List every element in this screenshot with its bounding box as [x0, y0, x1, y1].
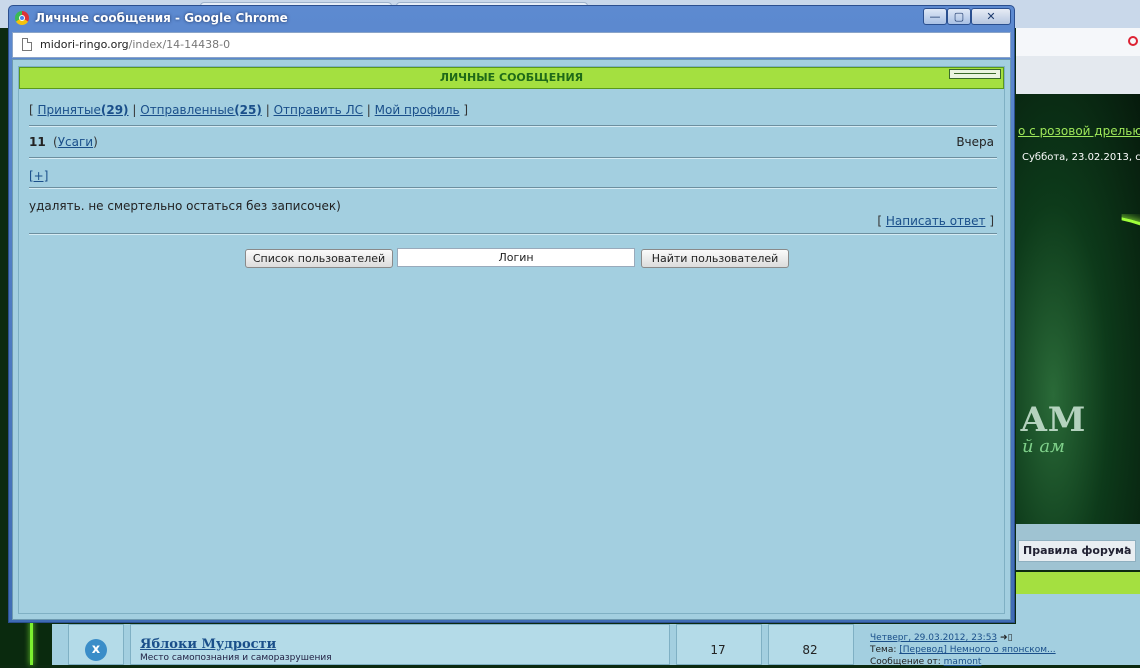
- page-icon: [22, 38, 32, 51]
- sender-link[interactable]: Усаги: [58, 135, 93, 149]
- page-header: ЛИЧНЫЕ СООБЩЕНИЯ: [19, 67, 1004, 89]
- last-author-label: Сообщение от:: [870, 657, 941, 667]
- expand-quote-link[interactable]: [+]: [29, 169, 48, 183]
- user-list-button[interactable]: Список пользователей: [245, 249, 393, 268]
- popup-window: Личные сообщения - Google Chrome — ▢ ✕ m…: [8, 5, 1015, 623]
- forum-description: Место самопознания и саморазрушения: [140, 653, 332, 663]
- my-profile-link[interactable]: Мой профиль: [375, 103, 460, 117]
- sent-count: (25): [234, 103, 262, 117]
- background-address-bar[interactable]: [1016, 28, 1140, 57]
- last-topic-label: Тема:: [870, 645, 897, 655]
- forum-area: [1016, 594, 1140, 624]
- login-search-input[interactable]: [397, 248, 635, 267]
- forum-title-link[interactable]: Яблоки Мудрости: [140, 637, 276, 652]
- header-control[interactable]: [949, 69, 1001, 79]
- forum-icon-cell: x: [68, 624, 124, 665]
- go-to-post-icon[interactable]: ➜▯: [1000, 633, 1013, 643]
- inbox-count: (29): [100, 103, 129, 117]
- url-text[interactable]: midori-ringo.org/index/14-14438-0: [40, 38, 230, 51]
- forum-status-icon: x: [85, 639, 107, 661]
- divider: [29, 233, 997, 235]
- last-topic-link[interactable]: [Перевод] Немного о японском...: [899, 645, 1055, 655]
- forum-last-post: Четверг, 29.03.2012, 23:53 ➜▯ Тема: [Пер…: [870, 632, 1056, 668]
- last-author-link[interactable]: mamont: [944, 657, 982, 667]
- sent-link[interactable]: Отправленные(25): [140, 103, 262, 117]
- message-sender: (Усаги): [53, 135, 98, 149]
- forum-topics-count: 17: [710, 643, 726, 657]
- reply-link[interactable]: Написать ответ: [886, 214, 986, 228]
- blocked-popup-icon[interactable]: [1128, 36, 1138, 46]
- banner-brand: АМ: [1020, 400, 1086, 440]
- close-button[interactable]: ✕: [971, 8, 1011, 25]
- find-users-button[interactable]: Найти пользователей: [641, 249, 789, 268]
- divider: [29, 125, 997, 127]
- left-decor-strip: [0, 620, 52, 665]
- page-title: ЛИЧНЫЕ СООБЩЕНИЯ: [439, 71, 584, 84]
- nav-separator: ·: [1124, 541, 1129, 555]
- background-toolbar: [1016, 56, 1140, 95]
- banner-glow-arc: [1121, 214, 1140, 524]
- banner-date: Суббота, 23.02.2013, с: [1022, 152, 1140, 163]
- messages-panel: ЛИЧНЫЕ СООБЩЕНИЯ [ Принятые(29) | Отправ…: [18, 66, 1005, 614]
- banner-brand-subtitle: й ам: [1022, 436, 1065, 457]
- last-post-date-link[interactable]: Четверг, 29.03.2012, 23:53: [870, 633, 997, 643]
- chrome-logo-icon: [15, 11, 29, 25]
- maximize-button[interactable]: ▢: [947, 8, 971, 25]
- message-number: 11: [29, 135, 46, 149]
- divider: [29, 157, 997, 159]
- reply-block: [ Написать ответ ]: [877, 214, 994, 228]
- message-nav: [ Принятые(29) | Отправленные(25) | Отпр…: [29, 103, 469, 117]
- address-bar[interactable]: midori-ringo.org/index/14-14438-0: [12, 32, 1011, 58]
- minimize-button[interactable]: —: [923, 8, 947, 25]
- forum-rules-link[interactable]: Правила форума: [1018, 540, 1137, 562]
- site-banner: о с розовой дрелью" Суббота, 23.02.2013,…: [1016, 94, 1140, 524]
- inbox-link[interactable]: Принятые(29): [38, 103, 129, 117]
- message-date: Вчера: [956, 135, 994, 149]
- forum-posts-count: 82: [802, 643, 818, 657]
- forum-section-bar: [1016, 572, 1140, 594]
- banner-news-link[interactable]: о с розовой дрелью": [1018, 124, 1140, 138]
- message-body: удалять. не смертельно остаться без запи…: [29, 199, 341, 213]
- forum-row: x Яблоки Мудрости Место самопознания и с…: [52, 624, 1140, 668]
- window-title: Личные сообщения - Google Chrome: [35, 11, 288, 25]
- send-message-link[interactable]: Отправить ЛС: [274, 103, 363, 117]
- divider: [29, 187, 997, 189]
- page-content: ЛИЧНЫЕ СООБЩЕНИЯ [ Принятые(29) | Отправ…: [12, 59, 1011, 620]
